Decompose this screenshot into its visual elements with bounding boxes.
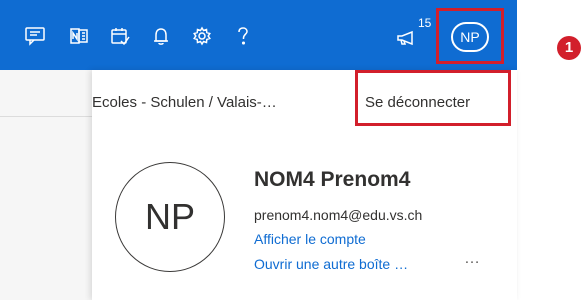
step-number-badge: 1: [557, 36, 581, 60]
onenote-icon[interactable]: [65, 22, 93, 50]
notification-count: 15: [418, 16, 432, 30]
feedback-icon[interactable]: [21, 22, 49, 50]
sign-out-button[interactable]: Se déconnecter: [365, 94, 470, 111]
calendar-check-icon[interactable]: [106, 22, 134, 50]
left-pane: [0, 70, 92, 300]
account-avatar-button[interactable]: NP: [451, 22, 489, 52]
account-panel: Ecoles - Schulen / Valais-… Se déconnect…: [92, 70, 517, 300]
help-icon[interactable]: [229, 22, 257, 50]
user-name: NOM4 Prenom4: [254, 168, 411, 191]
organization-name: Ecoles - Schulen / Valais-…: [92, 94, 277, 111]
more-options-button[interactable]: …: [464, 250, 482, 268]
bell-icon[interactable]: [147, 22, 175, 50]
megaphone-icon[interactable]: [392, 22, 420, 50]
divider: [0, 116, 92, 117]
view-account-link[interactable]: Afficher le compte: [254, 231, 366, 247]
open-other-mailbox-link[interactable]: Ouvrir une autre boîte …: [254, 256, 408, 272]
top-bar: 15 NP: [0, 0, 517, 70]
user-email: prenom4.nom4@edu.vs.ch: [254, 207, 423, 223]
gear-icon[interactable]: [188, 22, 216, 50]
profile-avatar: NP: [115, 162, 225, 272]
